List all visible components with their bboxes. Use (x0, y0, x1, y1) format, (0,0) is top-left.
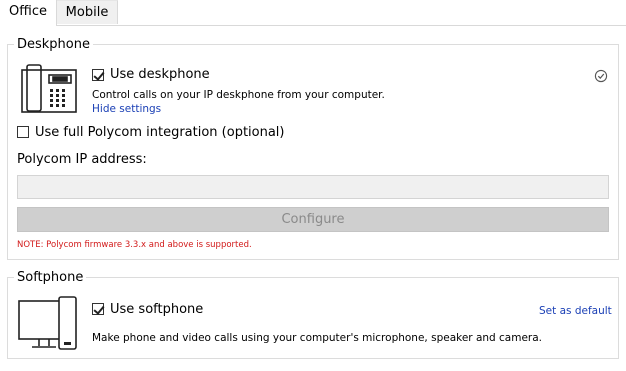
tab-mobile[interactable]: Mobile (57, 0, 118, 24)
softphone-description: Make phone and video calls using your co… (92, 332, 543, 344)
check-circle-icon (594, 68, 608, 83)
softphone-group (7, 277, 619, 359)
polycom-integration-label[interactable]: Use full Polycom integration (optional) (35, 125, 285, 141)
softphone-legend: Softphone (14, 270, 87, 286)
tab-office[interactable]: Office (0, 0, 57, 26)
polycom-integration-checkbox[interactable] (17, 126, 29, 138)
use-deskphone-label[interactable]: Use deskphone (110, 67, 210, 83)
use-deskphone-checkbox[interactable] (92, 69, 104, 81)
use-softphone-checkbox[interactable] (92, 303, 104, 315)
deskphone-legend: Deskphone (14, 37, 93, 53)
hide-settings-link[interactable]: Hide settings (92, 103, 161, 116)
use-softphone-label[interactable]: Use softphone (110, 302, 203, 318)
polycom-ip-label: Polycom IP address: (17, 152, 147, 167)
computer-softphone-icon (17, 296, 79, 352)
set-as-default-link[interactable]: Set as default (539, 305, 612, 318)
polycom-ip-input[interactable] (17, 175, 609, 199)
polycom-firmware-note: NOTE: Polycom firmware 3.3.x and above i… (17, 240, 252, 250)
deskphone-description: Control calls on your IP deskphone from … (92, 89, 385, 101)
deskphone-icon (17, 63, 79, 115)
configure-button[interactable]: Configure (17, 207, 609, 232)
